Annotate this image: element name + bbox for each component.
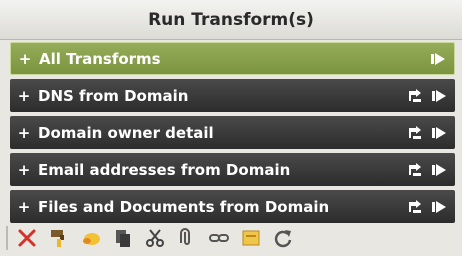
transform-list: + All Transforms + DNS from Domain + Dom… bbox=[10, 42, 455, 227]
run-arrow-icon[interactable] bbox=[431, 125, 447, 141]
delete-icon[interactable] bbox=[14, 225, 40, 251]
bottom-toolbar bbox=[0, 220, 462, 256]
expand-icon[interactable]: + bbox=[11, 50, 39, 68]
transform-item-dns-from-domain[interactable]: + DNS from Domain bbox=[10, 79, 455, 112]
copy-icon[interactable] bbox=[110, 225, 136, 251]
transform-label: Files and Documents from Domain bbox=[38, 197, 330, 216]
panel-title: Run Transform(s) bbox=[0, 0, 462, 40]
transform-label: DNS from Domain bbox=[38, 86, 189, 105]
transform-item-domain-owner-detail[interactable]: + Domain owner detail bbox=[10, 116, 455, 149]
run-arrow-icon[interactable] bbox=[431, 88, 447, 104]
cut-icon[interactable] bbox=[142, 225, 168, 251]
transform-label: Email addresses from Domain bbox=[38, 160, 291, 179]
run-arrow-icon[interactable] bbox=[431, 162, 447, 178]
transform-item-email-addresses-from-domain[interactable]: + Email addresses from Domain bbox=[10, 153, 455, 186]
transform-item-files-and-documents-from-domain[interactable]: + Files and Documents from Domain bbox=[10, 190, 455, 223]
expand-icon[interactable]: + bbox=[10, 161, 38, 179]
expand-icon[interactable]: + bbox=[10, 124, 38, 142]
transform-item-all-transforms[interactable]: + All Transforms bbox=[10, 42, 455, 75]
highlight-icon[interactable] bbox=[78, 225, 104, 251]
refresh-icon[interactable] bbox=[270, 225, 296, 251]
expand-icon[interactable]: + bbox=[10, 198, 38, 216]
transform-label: Domain owner detail bbox=[38, 123, 214, 142]
run-arrow-icon[interactable] bbox=[430, 51, 446, 67]
wrench-arrow-icon[interactable] bbox=[407, 88, 423, 104]
wrench-arrow-icon[interactable] bbox=[407, 125, 423, 141]
attach-icon[interactable] bbox=[174, 225, 200, 251]
paint-icon[interactable] bbox=[46, 225, 72, 251]
note-icon[interactable] bbox=[238, 225, 264, 251]
wrench-arrow-icon[interactable] bbox=[407, 162, 423, 178]
run-arrow-icon[interactable] bbox=[431, 199, 447, 215]
run-transforms-panel: Run Transform(s) + All Transforms + DNS … bbox=[0, 0, 462, 256]
toolbar-divider bbox=[6, 226, 8, 250]
transform-label: All Transforms bbox=[39, 49, 161, 68]
expand-icon[interactable]: + bbox=[10, 87, 38, 105]
wrench-arrow-icon[interactable] bbox=[407, 199, 423, 215]
link-icon[interactable] bbox=[206, 225, 232, 251]
